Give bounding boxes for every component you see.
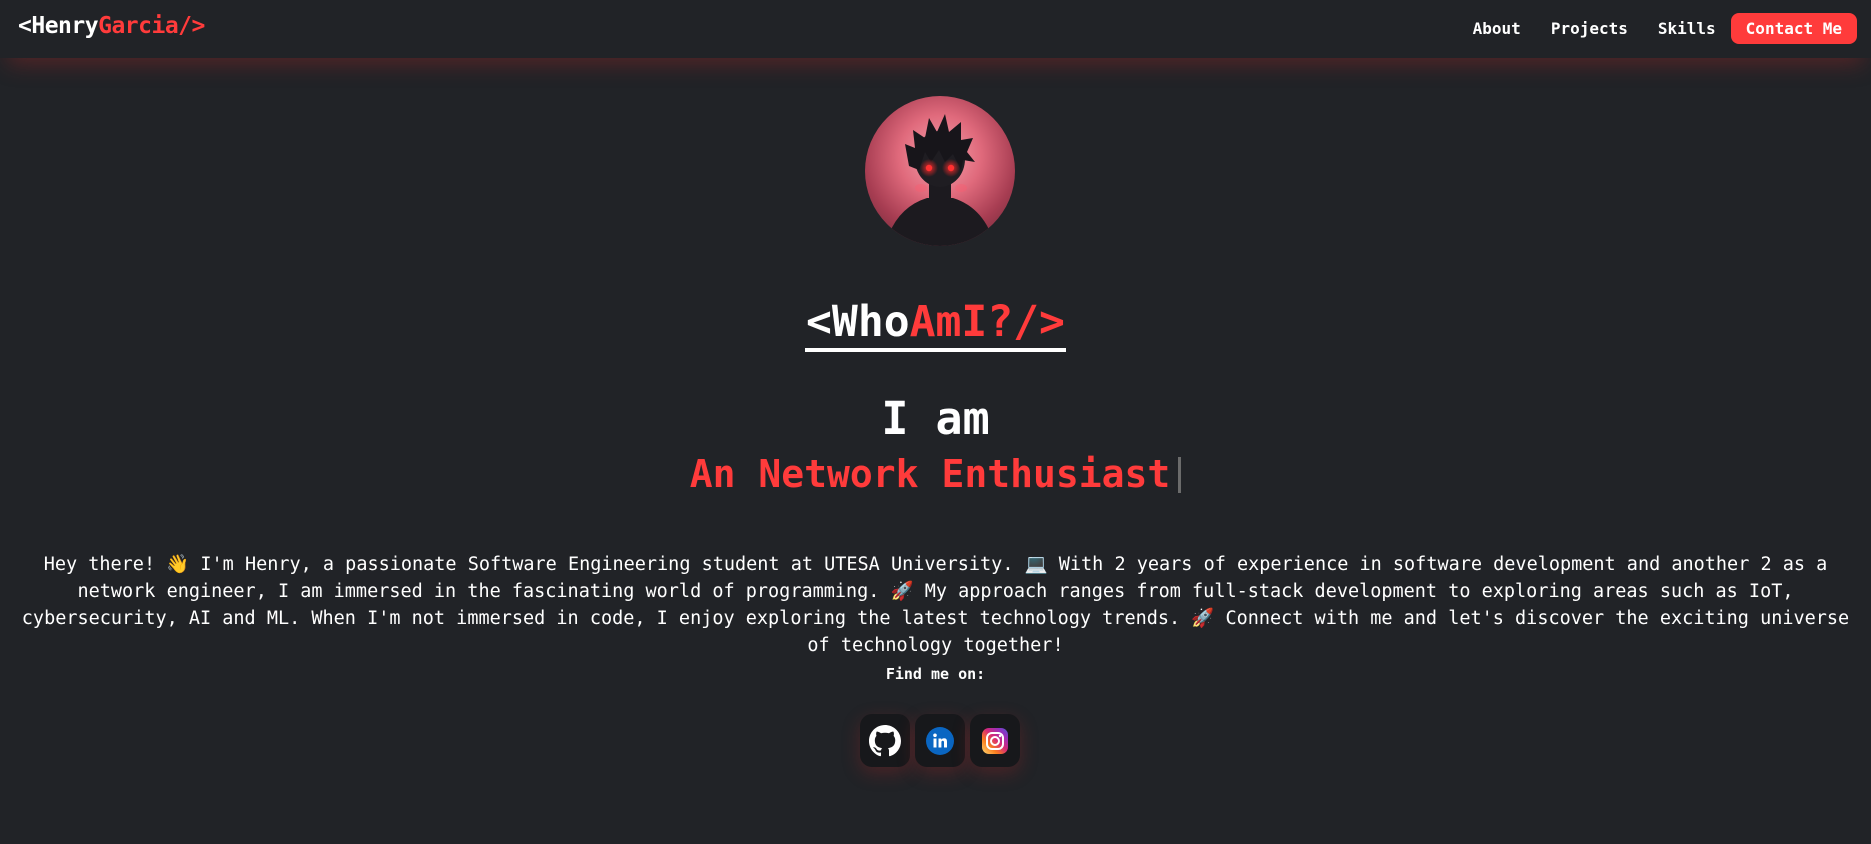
typing-role: An Network Enthusiast (0, 452, 1871, 496)
bio-paragraph: Hey there! 👋 I'm Henry, a passionate Sof… (21, 554, 1850, 656)
linkedin-icon (926, 726, 954, 755)
section-title-underlined: <WhoAmI?/> (805, 296, 1066, 352)
github-button[interactable] (860, 714, 910, 767)
typing-caret (1178, 457, 1182, 493)
nav-link-skills[interactable]: Skills (1658, 19, 1716, 38)
section-title-red: AmI?/> (909, 297, 1065, 347)
nav-links: About Projects Skills Contact Me (1443, 13, 1857, 44)
brand-accent: Garcia/> (98, 13, 205, 39)
navbar: <HenryGarcia/> About Projects Skills Con… (0, 0, 1871, 58)
avatar (865, 96, 1015, 246)
github-icon (869, 724, 901, 756)
find-me-label: Find me on: (885, 665, 986, 683)
section-title: <WhoAmI?/> (0, 296, 1871, 352)
instagram-icon (982, 727, 1008, 754)
brand-prefix: <Henry (18, 13, 99, 39)
linkedin-button[interactable] (915, 714, 965, 767)
intro-heading: I am (881, 392, 990, 445)
avatar-illustration (885, 114, 995, 246)
contact-me-button[interactable]: Contact Me (1730, 13, 1857, 44)
brand-logo[interactable]: <HenryGarcia/> (18, 13, 205, 39)
role-text: An Network Enthusiast (689, 452, 1171, 496)
nav-link-projects[interactable]: Projects (1551, 19, 1628, 38)
social-links (860, 714, 1020, 767)
nav-link-about[interactable]: About (1473, 19, 1521, 38)
section-title-white: <Who (806, 297, 910, 347)
instagram-button[interactable] (970, 714, 1020, 767)
